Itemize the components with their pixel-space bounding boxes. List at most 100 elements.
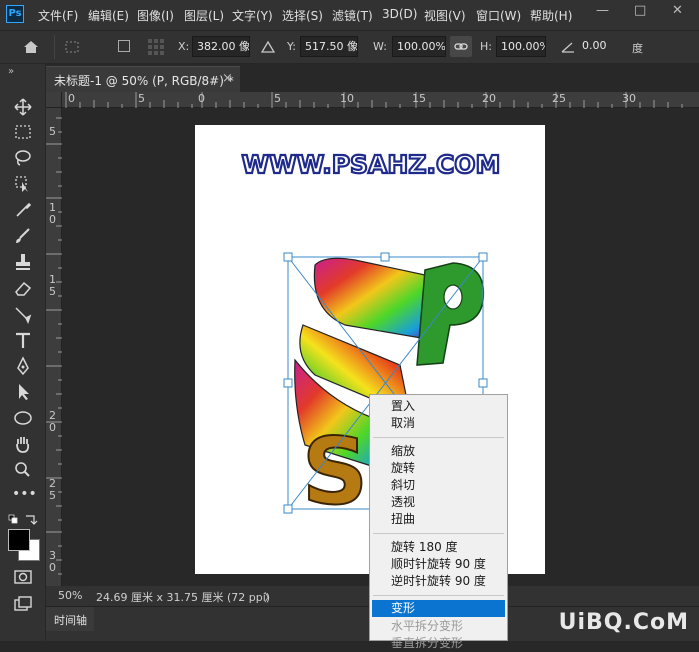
grid-icon[interactable] xyxy=(146,37,166,57)
pen-blur-tool-icon[interactable] xyxy=(12,304,34,324)
document-size: 24.69 厘米 x 31.75 厘米 (72 ppi) xyxy=(96,591,271,604)
ruler-tick-label: 15 xyxy=(412,92,426,105)
menu-layer[interactable]: 图层(L) xyxy=(184,7,224,24)
menu-filter[interactable]: 滤镜(T) xyxy=(332,7,373,24)
tools-panel: » ••• xyxy=(0,64,46,641)
menu-file[interactable]: 文件(F) xyxy=(38,7,78,24)
more-tools-icon[interactable]: ••• xyxy=(12,484,37,504)
menu-item-split-warp-vertical: 垂直拆分变形 xyxy=(391,636,464,650)
document-tab[interactable]: 未标题-1 @ 50% (P, RGB/8#) * × xyxy=(46,66,240,92)
transform-context-menu: 置入 取消 缩放 旋转 斜切 透视 扭曲 旋转 180 度 顺时针旋转 90 度… xyxy=(369,394,508,650)
panel-collapse-icon[interactable]: » xyxy=(8,66,14,77)
menu-edit[interactable]: 编辑(E) xyxy=(88,7,129,24)
vertical-ruler[interactable]: 5 1 0 1 5 2 0 2 5 3 0 xyxy=(46,108,62,586)
menu-divider xyxy=(373,595,504,596)
delta-icon[interactable] xyxy=(261,40,275,54)
angle-unit: 度 xyxy=(632,42,643,55)
w-field[interactable]: 100.00% xyxy=(392,36,446,57)
hand-tool-icon[interactable] xyxy=(12,434,34,454)
reference-checkbox[interactable] xyxy=(118,40,130,52)
home-icon[interactable] xyxy=(22,39,40,55)
ellipse-tool-icon[interactable] xyxy=(12,408,34,428)
menu-item-cancel[interactable]: 取消 xyxy=(370,415,507,432)
menu-window[interactable]: 窗口(W) xyxy=(476,7,521,24)
ruler-tick-label: 2 5 xyxy=(49,477,56,502)
quick-mask-icon[interactable] xyxy=(12,567,34,587)
eraser-tool-icon[interactable] xyxy=(12,278,34,298)
menu-item-perspective[interactable]: 透视 xyxy=(370,494,507,511)
ruler-tick-label: 25 xyxy=(552,92,566,105)
y-label: Y: xyxy=(287,40,296,53)
ruler-tick-label: 5 xyxy=(138,92,145,105)
menu-item-warp[interactable]: 变形 xyxy=(372,600,505,617)
zoom-tool-icon[interactable] xyxy=(12,460,34,480)
link-button[interactable] xyxy=(450,36,472,57)
stamp-tool-icon[interactable] xyxy=(12,252,34,272)
ruler-tick-label: 3 0 xyxy=(49,549,56,574)
menu-bar: Ps 文件(F) 编辑(E) 图像(I) 图层(L) 文字(Y) 选择(S) 滤… xyxy=(0,0,699,30)
ruler-tick-label: 0 xyxy=(198,92,205,105)
menu-item-rotate-ccw-90[interactable]: 逆时针旋转 90 度 xyxy=(370,573,507,590)
divider xyxy=(54,35,55,59)
zoom-level[interactable]: 50% xyxy=(58,589,82,602)
ruler-tick-label: 1 5 xyxy=(49,273,56,298)
menu-3d[interactable]: 3D(D) xyxy=(382,7,417,21)
tab-close-icon[interactable]: × xyxy=(222,71,233,86)
angle-icon xyxy=(561,42,574,53)
x-label: X: xyxy=(178,40,190,53)
pen-tool-icon[interactable] xyxy=(12,356,34,376)
menu-item-rotate-180[interactable]: 旋转 180 度 xyxy=(370,539,507,556)
menu-select[interactable]: 选择(S) xyxy=(282,7,323,24)
options-bar: X: 382.00 像 Y: 517.50 像 W: 100.00% H: 10… xyxy=(0,30,699,64)
menu-item-rotate-cw-90[interactable]: 顺时针旋转 90 度 xyxy=(370,556,507,573)
h-field[interactable]: 100.00% xyxy=(496,36,546,57)
crop-eyedropper-icon[interactable] xyxy=(12,200,34,220)
menu-item-split-warp-horizontal: 水平拆分变形 xyxy=(391,619,464,633)
horizontal-ruler-ticks xyxy=(65,92,683,108)
watermark-text-art: WWW.PSAHZ.COM xyxy=(242,150,501,179)
swap-colors-icon[interactable] xyxy=(8,514,38,528)
h-label: H: xyxy=(480,40,492,53)
ruler-tick-label: 30 xyxy=(622,92,636,105)
close-icon[interactable]: ✕ xyxy=(672,3,683,18)
status-arrow-icon[interactable]: 〉 xyxy=(264,589,275,605)
y-field[interactable]: 517.50 像 xyxy=(300,36,358,57)
menu-type[interactable]: 文字(Y) xyxy=(232,7,273,24)
menu-item-place[interactable]: 置入 xyxy=(370,398,507,415)
lasso-tool-icon[interactable] xyxy=(12,148,34,168)
menu-image[interactable]: 图像(I) xyxy=(137,7,174,24)
link-icon xyxy=(454,43,468,50)
ruler-tick-label: 5 xyxy=(49,125,56,138)
reference-point-icon[interactable] xyxy=(64,39,82,55)
menu-item-rotate[interactable]: 旋转 xyxy=(370,460,507,477)
photoshop-logo: Ps xyxy=(6,5,24,23)
x-field[interactable]: 382.00 像 xyxy=(192,36,250,57)
tab-timeline[interactable]: 时间轴 xyxy=(46,607,94,631)
maximize-icon[interactable]: □ xyxy=(634,3,646,18)
ruler-tick-label: 10 xyxy=(340,92,354,105)
horizontal-ruler[interactable]: 0 5 0 5 10 15 20 25 30 xyxy=(62,92,699,108)
foreground-color-swatch[interactable] xyxy=(8,529,30,551)
menu-item-scale[interactable]: 缩放 xyxy=(370,443,507,460)
site-watermark: UiBQ.CoM xyxy=(558,610,689,635)
menu-help[interactable]: 帮助(H) xyxy=(530,7,572,24)
object-select-tool-icon[interactable] xyxy=(12,174,34,194)
vertical-ruler-ticks xyxy=(46,117,62,575)
path-select-tool-icon[interactable] xyxy=(12,382,34,402)
document-tab-title: 未标题-1 @ 50% (P, RGB/8#) * xyxy=(54,74,234,88)
minimize-icon[interactable]: — xyxy=(596,3,609,18)
ruler-tick-label: 20 xyxy=(482,92,496,105)
marquee-tool-icon[interactable] xyxy=(12,122,34,142)
ruler-tick-label: 1 0 xyxy=(49,201,56,226)
ruler-origin[interactable] xyxy=(46,92,62,108)
menu-item-distort[interactable]: 扭曲 xyxy=(370,511,507,528)
move-tool-icon[interactable] xyxy=(12,97,34,117)
screen-mode-icon[interactable] xyxy=(12,594,34,614)
angle-field[interactable]: 0.00 xyxy=(578,36,622,57)
brush-tool-icon[interactable] xyxy=(12,226,34,246)
menu-view[interactable]: 视图(V) xyxy=(424,7,466,24)
timeline-label: 时间轴 xyxy=(54,614,87,627)
menu-item-skew[interactable]: 斜切 xyxy=(370,477,507,494)
type-tool-icon[interactable] xyxy=(12,330,34,350)
ruler-tick-label: 5 xyxy=(274,92,281,105)
